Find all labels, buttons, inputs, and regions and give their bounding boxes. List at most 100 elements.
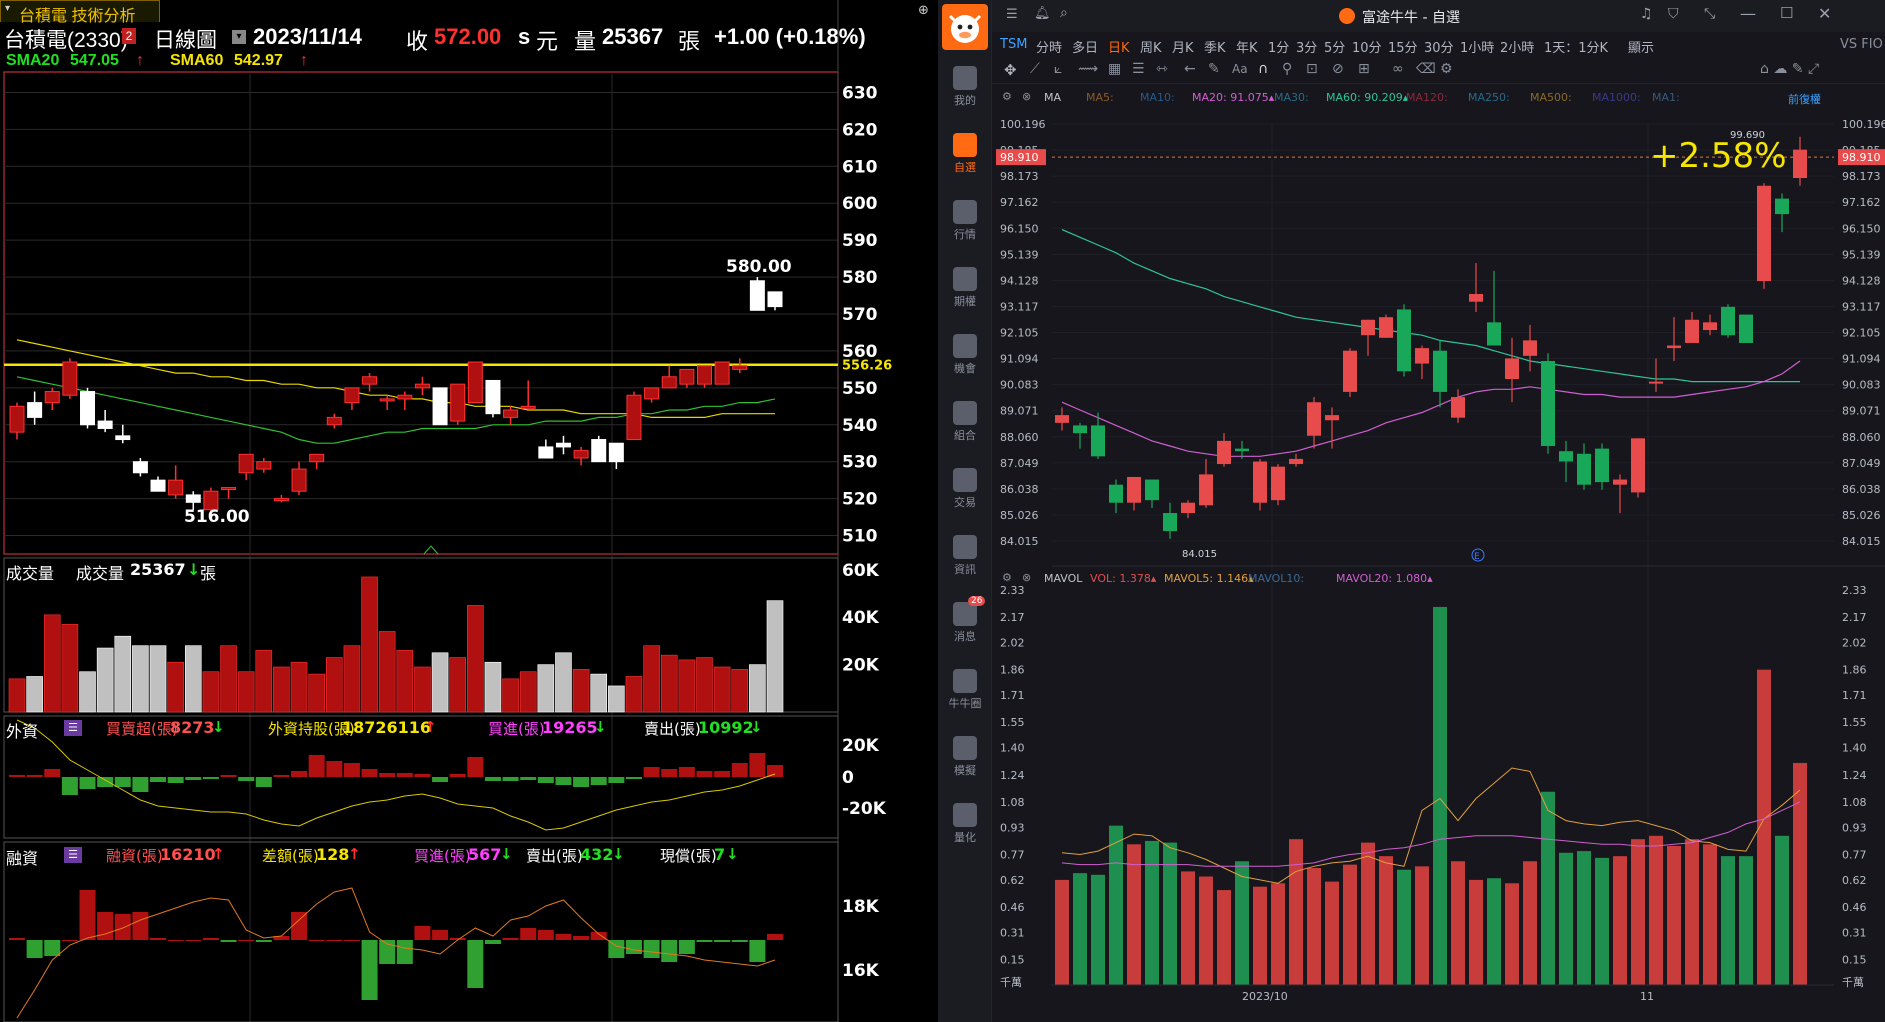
volume-bar[interactable] xyxy=(1559,852,1573,985)
volume-bar[interactable] xyxy=(713,666,731,713)
volume-bar[interactable] xyxy=(237,671,255,713)
volume-bar[interactable] xyxy=(1397,869,1411,985)
candle-body[interactable] xyxy=(1487,322,1501,346)
volume-bar[interactable] xyxy=(361,576,378,713)
candle-body[interactable] xyxy=(1757,185,1771,282)
volume-bar[interactable] xyxy=(184,645,202,713)
candle-body[interactable] xyxy=(344,387,360,404)
volume-bar[interactable] xyxy=(1127,844,1141,985)
foreign-bar[interactable] xyxy=(484,777,501,781)
candle-body[interactable] xyxy=(1127,476,1141,503)
foreign-bar[interactable] xyxy=(608,777,625,783)
volume-bar[interactable] xyxy=(43,614,61,713)
margin-bar[interactable] xyxy=(661,940,678,962)
candle-body[interactable] xyxy=(1379,317,1393,338)
volume-bar[interactable] xyxy=(625,676,643,713)
foreign-bar[interactable] xyxy=(449,774,466,777)
margin-bar[interactable] xyxy=(26,940,43,958)
volume-bar[interactable] xyxy=(1469,879,1483,985)
volume-bar[interactable] xyxy=(308,673,325,713)
volume-bar[interactable] xyxy=(678,659,696,713)
candle-body[interactable] xyxy=(555,442,571,448)
candle-body[interactable] xyxy=(1325,415,1339,421)
foreign-bar[interactable] xyxy=(308,755,325,777)
margin-bar[interactable] xyxy=(114,914,131,940)
foreign-bar[interactable] xyxy=(44,769,61,777)
volume-bar[interactable] xyxy=(290,661,308,713)
foreign-bar[interactable] xyxy=(185,777,202,780)
volume-bar[interactable] xyxy=(519,671,537,713)
volume-bar[interactable] xyxy=(1595,857,1609,985)
candle-body[interactable] xyxy=(1685,319,1699,343)
volume-bar[interactable] xyxy=(572,669,590,713)
volume-bar[interactable] xyxy=(449,657,466,713)
candle-body[interactable] xyxy=(749,280,765,311)
candle-body[interactable] xyxy=(1775,198,1789,215)
volume-bar[interactable] xyxy=(202,671,220,713)
candle-body[interactable] xyxy=(1541,360,1555,447)
volume-bar[interactable] xyxy=(608,685,625,713)
volume-bar[interactable] xyxy=(502,678,519,713)
candle-body[interactable] xyxy=(696,365,712,385)
candle-body[interactable] xyxy=(185,494,201,503)
candle-body[interactable] xyxy=(1307,402,1321,436)
foreign-bar[interactable] xyxy=(396,773,413,777)
volume-bar[interactable] xyxy=(696,657,713,713)
candle-body[interactable] xyxy=(27,402,43,418)
margin-bar[interactable] xyxy=(343,940,360,941)
volume-bar[interactable] xyxy=(8,678,26,713)
volume-bar[interactable] xyxy=(396,650,414,713)
foreign-menu-icon[interactable]: ☰ xyxy=(64,720,82,736)
margin-bar[interactable] xyxy=(396,940,413,964)
candle-body[interactable] xyxy=(1739,314,1753,343)
candle-body[interactable] xyxy=(1343,350,1357,392)
foreign-bar[interactable] xyxy=(661,769,678,777)
foreign-bar[interactable] xyxy=(97,777,114,787)
foreign-bar[interactable] xyxy=(79,777,96,789)
candle-body[interactable] xyxy=(309,453,325,463)
margin-menu-icon[interactable]: ☰ xyxy=(64,847,82,863)
foreign-bar[interactable] xyxy=(590,777,607,785)
volume-bar[interactable] xyxy=(378,631,396,713)
candle-body[interactable] xyxy=(1199,474,1213,506)
margin-bar[interactable] xyxy=(132,912,149,940)
foreign-bar[interactable] xyxy=(114,777,131,787)
candle-body[interactable] xyxy=(1055,415,1069,423)
candle-body[interactable] xyxy=(1721,306,1735,336)
margin-bar[interactable] xyxy=(590,932,607,940)
candle-body[interactable] xyxy=(9,405,25,433)
candle-body[interactable] xyxy=(1415,348,1429,364)
foreign-bar[interactable] xyxy=(731,763,748,777)
volume-bar[interactable] xyxy=(1361,842,1375,985)
margin-bar[interactable] xyxy=(308,940,325,941)
candle-body[interactable] xyxy=(520,405,536,409)
margin-bar[interactable] xyxy=(220,940,237,942)
margin-bar[interactable] xyxy=(414,926,431,940)
candle-body[interactable] xyxy=(1469,293,1483,302)
foreign-bar[interactable] xyxy=(255,777,272,787)
margin-bar[interactable] xyxy=(202,938,219,940)
volume-bar[interactable] xyxy=(1289,839,1303,985)
candle-body[interactable] xyxy=(1523,340,1537,356)
volume-bar[interactable] xyxy=(1307,868,1321,985)
volume-bar[interactable] xyxy=(1523,861,1537,985)
foreign-bar[interactable] xyxy=(555,777,572,785)
margin-bar[interactable] xyxy=(767,934,783,940)
foreign-bar[interactable] xyxy=(573,777,590,787)
candle-body[interactable] xyxy=(273,498,289,502)
volume-bar[interactable] xyxy=(1325,881,1339,985)
candle-body[interactable] xyxy=(80,391,96,426)
volume-bar[interactable] xyxy=(643,645,660,713)
candle-body[interactable] xyxy=(608,442,624,463)
volume-bar[interactable] xyxy=(1145,840,1159,985)
margin-bar[interactable] xyxy=(238,940,255,941)
foreign-bar[interactable] xyxy=(167,777,184,783)
foreign-bar[interactable] xyxy=(714,771,731,777)
tw-chart-area[interactable]: 6306206106005905805705605505405305205105… xyxy=(0,0,938,1022)
candle-body[interactable] xyxy=(150,479,166,492)
volume-bar[interactable] xyxy=(1055,879,1069,985)
candle-body[interactable] xyxy=(1181,502,1195,514)
mavol-name[interactable]: MAVOL xyxy=(1044,572,1082,585)
candle-body[interactable] xyxy=(1595,448,1609,483)
foreign-bar[interactable] xyxy=(26,775,43,777)
